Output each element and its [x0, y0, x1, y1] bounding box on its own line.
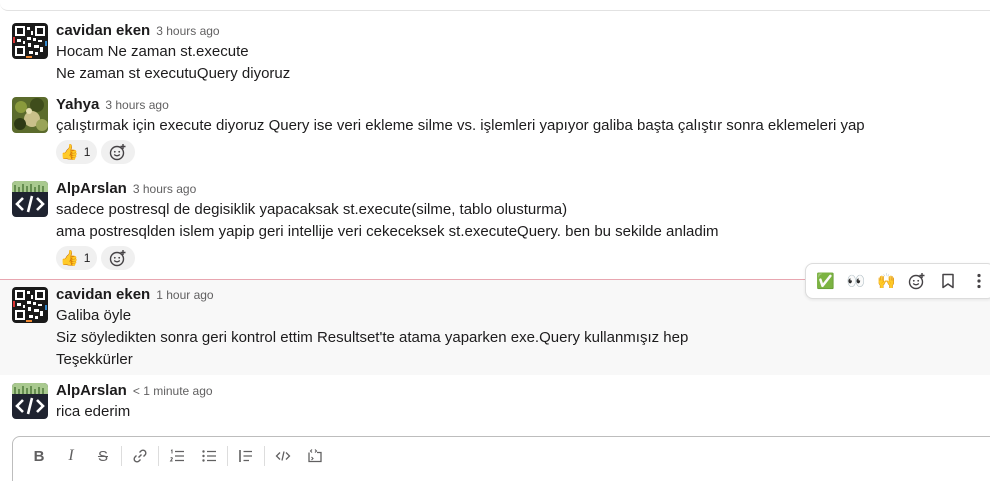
code-avatar-icon [12, 383, 48, 419]
blockquote-icon [239, 450, 252, 462]
check-mark-icon: ✅ [815, 273, 835, 290]
save-for-later-button[interactable] [933, 266, 964, 296]
timestamp[interactable]: 3 hours ago [156, 24, 219, 38]
author-name[interactable]: Yahya [56, 96, 99, 113]
add-reaction-button[interactable] [902, 266, 933, 296]
add-reaction-icon [909, 273, 925, 290]
message-actions-bar: ✅ 👀 🙌 [805, 263, 990, 299]
link-icon [133, 449, 147, 463]
ordered-list-icon [169, 449, 184, 462]
message-item[interactable]: AlpArslan 3 hours ago sadece postresql de… [0, 176, 990, 276]
avatar[interactable] [12, 383, 48, 419]
message-text: Hocam Ne zaman st.execute [56, 43, 249, 60]
code-avatar-icon [12, 181, 48, 217]
blockquote-button[interactable] [230, 445, 262, 467]
italic-button[interactable]: I [55, 445, 87, 467]
timestamp[interactable]: 3 hours ago [105, 98, 168, 112]
author-name[interactable]: AlpArslan [56, 382, 127, 399]
raised-hands-icon: 🙌 [877, 273, 897, 290]
avatar[interactable] [12, 181, 48, 217]
react-raised-hands-button[interactable]: 🙌 [871, 266, 902, 296]
strikethrough-button[interactable]: S [87, 445, 119, 467]
add-reaction-icon [110, 250, 126, 267]
code-button[interactable] [267, 445, 299, 467]
previous-pane-edge [0, 0, 990, 11]
code-block-button[interactable] [299, 445, 331, 467]
bulleted-list-button[interactable] [193, 445, 225, 467]
message-text: Teşekkürler [56, 351, 133, 368]
code-icon [275, 451, 291, 461]
code-block-icon [308, 449, 322, 463]
timestamp[interactable]: < 1 minute ago [133, 384, 213, 398]
bold-icon: B [33, 447, 45, 465]
message-text: Galiba öyle [56, 307, 132, 324]
italic-icon: I [68, 447, 74, 464]
toolbar-divider [264, 446, 265, 466]
qr-avatar-icon [12, 23, 48, 59]
more-actions-button[interactable] [963, 266, 990, 296]
message-item[interactable]: AlpArslan < 1 minute ago rica ederim [0, 378, 990, 428]
toolbar-divider [227, 446, 228, 466]
formatting-toolbar: B I S [23, 445, 331, 467]
reaction-thumbs-up[interactable]: 👍 1 [56, 246, 98, 270]
message-item[interactable]: cavidan eken 3 hours ago Hocam Ne zaman s… [0, 18, 990, 84]
message-text: rica ederim [56, 403, 131, 420]
avatar[interactable] [12, 23, 48, 59]
react-check-button[interactable]: ✅ [810, 266, 841, 296]
add-reaction-button[interactable] [101, 246, 136, 270]
message-text: ama postresqlden islem yapip geri intell… [56, 223, 719, 240]
more-vertical-icon [977, 273, 981, 289]
bulleted-list-icon [202, 450, 216, 462]
eyes-icon: 👀 [846, 273, 866, 290]
message-text: çalıştırmak için execute diyoruz Query i… [56, 117, 865, 134]
add-reaction-button[interactable] [101, 140, 136, 164]
strikethrough-icon: S [97, 447, 108, 465]
reaction-count: 1 [83, 145, 91, 159]
ordered-list-button[interactable] [161, 445, 193, 467]
timestamp[interactable]: 1 hour ago [156, 288, 213, 302]
message-text: sadece postresql de degisiklik yapacaksa… [56, 201, 568, 218]
bookmark-icon [942, 273, 954, 289]
message-item[interactable]: Yahya 3 hours ago çalıştırmak için execut… [0, 92, 990, 166]
add-reaction-icon [110, 144, 126, 161]
toolbar-divider [158, 446, 159, 466]
toolbar-divider [121, 446, 122, 466]
thumbs-up-icon: 👍 [60, 250, 79, 267]
thumbs-up-icon: 👍 [60, 144, 79, 161]
author-name[interactable]: cavidan eken [56, 22, 150, 39]
link-button[interactable] [124, 445, 156, 467]
reaction-count: 1 [83, 251, 91, 265]
bold-button[interactable]: B [23, 445, 55, 467]
author-name[interactable]: AlpArslan [56, 180, 127, 197]
avatar[interactable] [12, 97, 48, 133]
react-eyes-button[interactable]: 👀 [841, 266, 872, 296]
message-text: Ne zaman st executuQuery diyoruz [56, 65, 291, 82]
message-composer[interactable]: B I S [12, 436, 990, 481]
photo-avatar-icon [12, 97, 48, 133]
avatar[interactable] [12, 287, 48, 323]
author-name[interactable]: cavidan eken [56, 286, 150, 303]
reaction-thumbs-up[interactable]: 👍 1 [56, 140, 98, 164]
timestamp[interactable]: 3 hours ago [133, 182, 196, 196]
message-text: Siz söyledikten sonra geri kontrol ettim… [56, 329, 689, 346]
qr-avatar-icon [12, 287, 48, 323]
